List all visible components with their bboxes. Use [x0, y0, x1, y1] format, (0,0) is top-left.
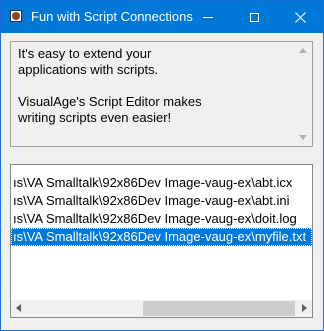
minimize-button[interactable] — [185, 1, 231, 33]
maximize-icon — [249, 12, 259, 22]
close-icon — [294, 11, 306, 23]
app-window: Fun with Script Connections It's easy to… — [0, 0, 324, 331]
scroll-right-arrow-icon[interactable] — [302, 304, 307, 312]
list-item[interactable]: ıs\VA Smalltalk\92x86Dev Image-vaug-ex\a… — [11, 174, 312, 192]
file-list[interactable]: ıs\VA Smalltalk\92x86Dev Image-vaug-ex\a… — [10, 164, 313, 318]
file-list-horizontal-scrollbar[interactable] — [11, 300, 312, 317]
horizontal-scroll-thumb[interactable] — [143, 301, 295, 316]
description-text-area[interactable]: It's easy to extend your applications wi… — [10, 41, 313, 147]
list-item[interactable]: ıs\VA Smalltalk\92x86Dev Image-vaug-ex\d… — [11, 210, 312, 228]
scroll-left-arrow-icon[interactable] — [16, 304, 21, 312]
title-bar[interactable]: Fun with Script Connections — [1, 1, 323, 33]
app-icon[interactable] — [10, 10, 22, 22]
description-text: It's easy to extend your applications wi… — [18, 46, 202, 125]
window-title: Fun with Script Connections — [31, 9, 193, 24]
minimize-icon — [203, 16, 213, 18]
close-button[interactable] — [277, 1, 323, 33]
list-item[interactable]: ıs\VA Smalltalk\92x86Dev Image-vaug-ex\a… — [11, 192, 312, 210]
scroll-down-arrow-icon[interactable] — [299, 135, 307, 140]
list-item-selected[interactable]: ıs\VA Smalltalk\92x86Dev Image-vaug-ex\m… — [11, 228, 312, 246]
maximize-button[interactable] — [231, 1, 277, 33]
scroll-up-arrow-icon[interactable] — [299, 48, 307, 53]
description-vertical-scrollbar[interactable] — [295, 42, 312, 146]
